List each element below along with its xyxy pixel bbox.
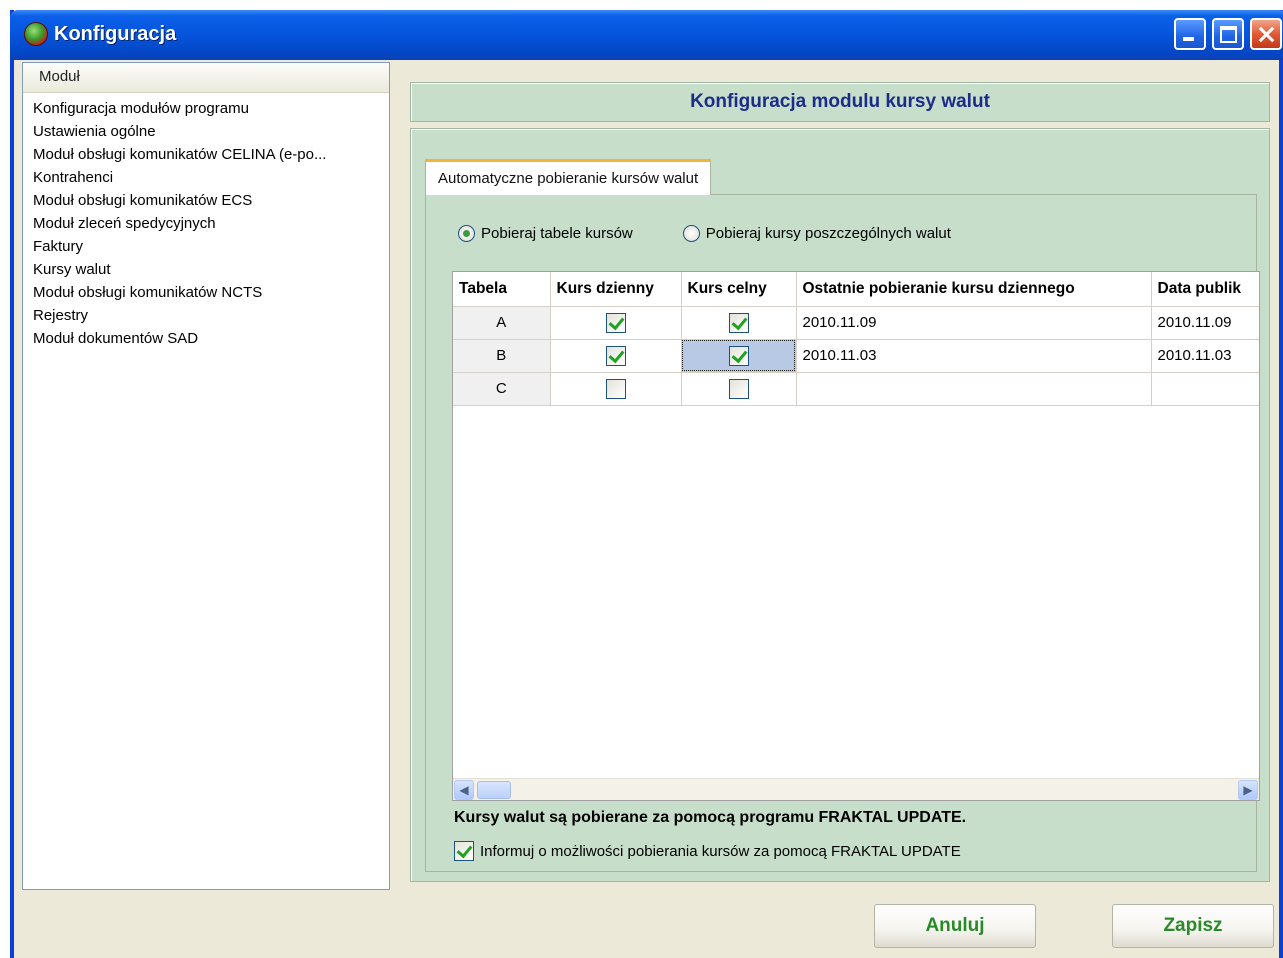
cancel-button[interactable]: Anuluj — [874, 904, 1036, 948]
column-header[interactable]: Kurs celny — [681, 272, 797, 307]
cell-kurs-dzienny[interactable] — [550, 339, 682, 373]
table-row[interactable]: C — [453, 372, 1259, 406]
sidebar-item-ustawienia-ogolne[interactable]: Ustawienia ogólne — [33, 120, 389, 143]
sidebar-item-zlecenia-spedycyjne[interactable]: Moduł zleceń spedycyjnych — [33, 212, 389, 235]
minimize-icon — [1183, 37, 1194, 41]
maximize-button[interactable] — [1212, 18, 1244, 50]
column-header[interactable]: Ostatnie pobieranie kursu dziennego — [796, 272, 1152, 307]
radio-pobieraj-kursy-walut[interactable]: Pobieraj kursy poszczególnych walut — [682, 221, 951, 245]
cell-tabela: C — [453, 372, 551, 406]
table-header-row: Tabela Kurs dzienny Kurs celny Ostatnie … — [453, 272, 1259, 307]
sidebar-item-faktury[interactable]: Faktury — [33, 235, 389, 258]
cell-data-publik: 2010.11.03 — [1151, 339, 1259, 373]
minimize-button[interactable] — [1174, 18, 1206, 50]
cell-kurs-celny[interactable] — [681, 372, 797, 406]
save-button[interactable]: Zapisz — [1112, 904, 1274, 948]
app-logo-icon — [24, 22, 48, 46]
radio-currencies-label: Pobieraj kursy poszczególnych walut — [705, 224, 951, 242]
checkbox-unchecked-icon[interactable] — [728, 378, 749, 399]
close-icon — [1252, 20, 1280, 48]
fraktal-info-checkbox-label: Informuj o możliwości pobierania kursów … — [480, 842, 961, 860]
column-header[interactable]: Data publik — [1151, 272, 1259, 307]
radio-tables-label: Pobieraj tabele kursów — [481, 224, 633, 242]
main-panel: Automatyczne pobieranie kursów walut Pob… — [410, 128, 1270, 882]
cell-tabela: B — [453, 339, 551, 373]
download-mode-radio-group: Pobieraj tabele kursów Pobieraj kursy po… — [458, 221, 951, 245]
sidebar-item-ncts[interactable]: Moduł obsługi komunikatów NCTS — [33, 281, 389, 304]
title-bar[interactable]: Konfiguracja — [10, 10, 1283, 60]
window-title: Konfiguracja — [54, 23, 177, 45]
cell-kurs-celny-selected[interactable] — [681, 339, 797, 373]
cell-ostatnie — [796, 372, 1152, 406]
panel-title: Konfiguracja modulu kursy walut — [690, 91, 990, 112]
sidebar-item-rejestry[interactable]: Rejestry — [33, 304, 389, 327]
sidebar-item-ecs[interactable]: Moduł obsługi komunikatów ECS — [33, 189, 389, 212]
horizontal-scrollbar[interactable]: ◀ ▶ — [453, 778, 1259, 800]
module-list: Konfiguracja modułów programu Ustawienia… — [23, 93, 389, 350]
sidebar-item-konfiguracja-modulow[interactable]: Konfiguracja modułów programu — [33, 97, 389, 120]
table-row[interactable]: A 2010.11.09 2010.11.09 — [453, 306, 1259, 340]
cell-ostatnie: 2010.11.09 — [796, 306, 1152, 340]
maximize-icon — [1220, 26, 1237, 43]
cell-data-publik: 2010.11.09 — [1151, 306, 1259, 340]
sidebar-header[interactable]: Moduł — [23, 63, 389, 93]
sidebar-item-celina[interactable]: Moduł obsługi komunikatów CELINA (e-po..… — [33, 143, 389, 166]
checkbox-checked-icon[interactable] — [605, 345, 626, 366]
checkbox-checked-icon[interactable] — [728, 345, 749, 366]
tab-automatyczne-pobieranie[interactable]: Automatyczne pobieranie kursów walut — [425, 159, 712, 195]
column-header[interactable]: Tabela — [453, 272, 551, 307]
scroll-right-icon[interactable]: ▶ — [1238, 780, 1258, 800]
tab-content: Pobieraj tabele kursów Pobieraj kursy po… — [425, 194, 1260, 872]
checkbox-checked-icon[interactable] — [605, 312, 626, 333]
table-row[interactable]: B 2010.11.03 2010.11.03 — [453, 339, 1259, 373]
fraktal-info-checkbox[interactable]: Informuj o możliwości pobierania kursów … — [454, 841, 961, 861]
cell-kurs-dzienny[interactable] — [550, 372, 682, 406]
config-window: Konfiguracja Moduł Konfiguracja modułów … — [10, 10, 1283, 958]
radio-unselected-icon — [682, 224, 700, 242]
scroll-thumb[interactable] — [477, 781, 511, 799]
checkbox-unchecked-icon[interactable] — [605, 378, 626, 399]
checkbox-checked-icon[interactable] — [728, 312, 749, 333]
close-button[interactable] — [1250, 18, 1282, 50]
sidebar-item-kontrahenci[interactable]: Kontrahenci — [33, 166, 389, 189]
column-header[interactable]: Kurs dzienny — [550, 272, 682, 307]
cell-ostatnie: 2010.11.03 — [796, 339, 1152, 373]
fraktal-info-text: Kursy walut są pobierane za pomocą progr… — [454, 809, 967, 826]
panel-header: Konfiguracja modulu kursy walut — [410, 82, 1270, 122]
cell-tabela: A — [453, 306, 551, 340]
cell-data-publik — [1151, 372, 1259, 406]
checkbox-checked-icon[interactable] — [454, 841, 474, 861]
module-sidebar: Moduł Konfiguracja modułów programu Usta… — [22, 62, 390, 890]
rates-table: Tabela Kurs dzienny Kurs celny Ostatnie … — [452, 271, 1260, 801]
sidebar-item-dokumenty-sad[interactable]: Moduł dokumentów SAD — [33, 327, 389, 350]
scroll-left-icon[interactable]: ◀ — [454, 780, 474, 800]
radio-selected-icon — [458, 224, 475, 242]
sidebar-item-kursy-walut[interactable]: Kursy walut — [33, 258, 389, 281]
radio-pobieraj-tabele[interactable]: Pobieraj tabele kursów — [458, 221, 633, 245]
cell-kurs-dzienny[interactable] — [550, 306, 682, 340]
cell-kurs-celny[interactable] — [681, 306, 797, 340]
